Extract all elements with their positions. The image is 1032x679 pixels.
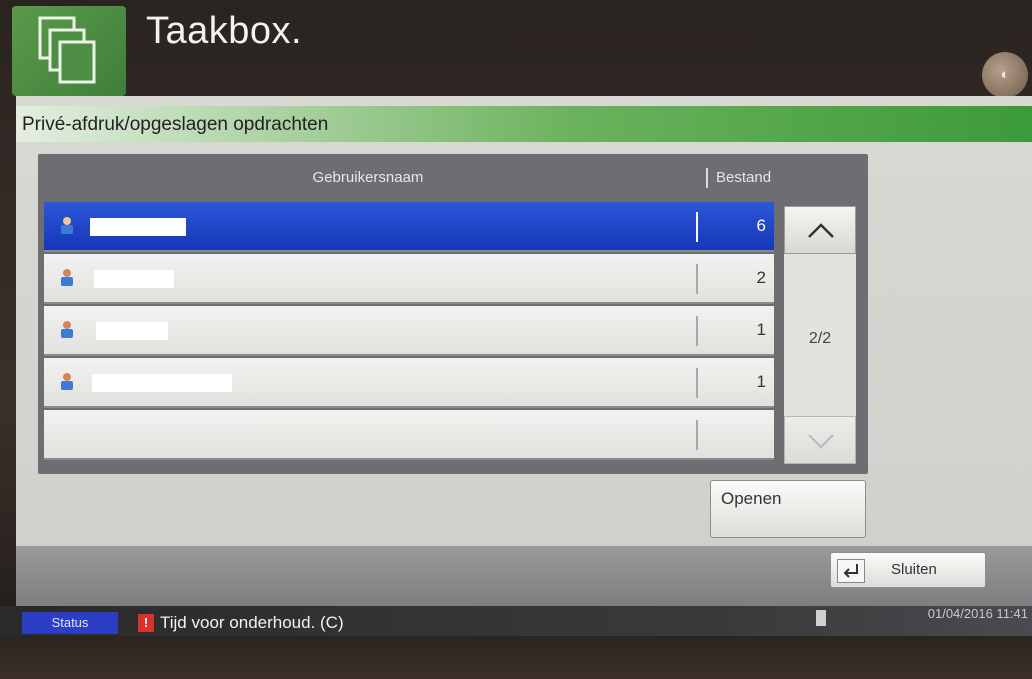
table-row[interactable]: 1 [44, 358, 774, 408]
page-indicator: 2/2 [808, 330, 832, 347]
memory-icon [816, 610, 826, 626]
device-screen: Taakbox. ◐ Privé-afdruk/opgeslagen opdra… [0, 0, 1032, 679]
user-list: Gebruikersnaam Bestand 6 2 1 1 [38, 154, 868, 474]
column-header-username[interactable]: Gebruikersnaam [38, 154, 698, 202]
user-icon [61, 217, 73, 234]
close-button[interactable]: Sluiten [830, 552, 986, 588]
pager: 2/2 [784, 206, 856, 464]
chevron-down-icon [808, 434, 834, 449]
table-row[interactable]: 6 [44, 202, 774, 252]
file-count: 1 [756, 320, 766, 339]
folders-icon [38, 16, 96, 84]
page-title: Taakbox. [146, 10, 303, 52]
user-icon [61, 373, 73, 390]
open-button[interactable]: Openen [710, 480, 866, 538]
user-icon [61, 321, 73, 338]
user-icon [61, 269, 73, 286]
open-button-label: Openen [721, 489, 782, 508]
column-divider [696, 316, 698, 346]
column-divider [696, 212, 698, 242]
status-button[interactable]: Status [22, 612, 118, 634]
user-name-redacted [96, 322, 168, 340]
table-row[interactable]: 1 [44, 306, 774, 356]
warning-icon[interactable]: ! [138, 614, 154, 632]
file-count: 1 [756, 372, 766, 391]
panel-title: Privé-afdruk/opgeslagen opdrachten [22, 114, 329, 135]
user-name-redacted [94, 270, 174, 288]
file-count: 2 [756, 268, 766, 287]
chevron-up-icon [808, 223, 834, 238]
scroll-down-button[interactable] [784, 416, 856, 464]
datetime: 01/04/2016 11:41 [927, 606, 1028, 621]
user-name-redacted [92, 374, 232, 392]
close-button-label: Sluiten [891, 561, 937, 578]
device-bezel [0, 636, 1032, 679]
file-count: 6 [756, 216, 766, 235]
status-message[interactable]: Tijd voor onderhoud. (C) [160, 613, 344, 633]
table-row[interactable]: 2 [44, 254, 774, 304]
panel-titlebar: Privé-afdruk/opgeslagen opdrachten [16, 106, 1032, 142]
brand-logo: ◐ [982, 52, 1028, 98]
main-panel: Privé-afdruk/opgeslagen opdrachten Gebru… [16, 96, 1032, 606]
app-icon[interactable] [12, 6, 126, 96]
status-bar: Status ! Tijd voor onderhoud. (C) 01/04/… [0, 606, 1032, 636]
table-row-empty [44, 410, 774, 460]
column-divider [696, 420, 698, 450]
column-divider [696, 264, 698, 294]
scroll-up-button[interactable] [784, 206, 856, 254]
enter-icon [837, 559, 865, 583]
column-divider [696, 368, 698, 398]
user-name-redacted [90, 218, 186, 236]
column-header-files[interactable]: Bestand [706, 168, 806, 188]
